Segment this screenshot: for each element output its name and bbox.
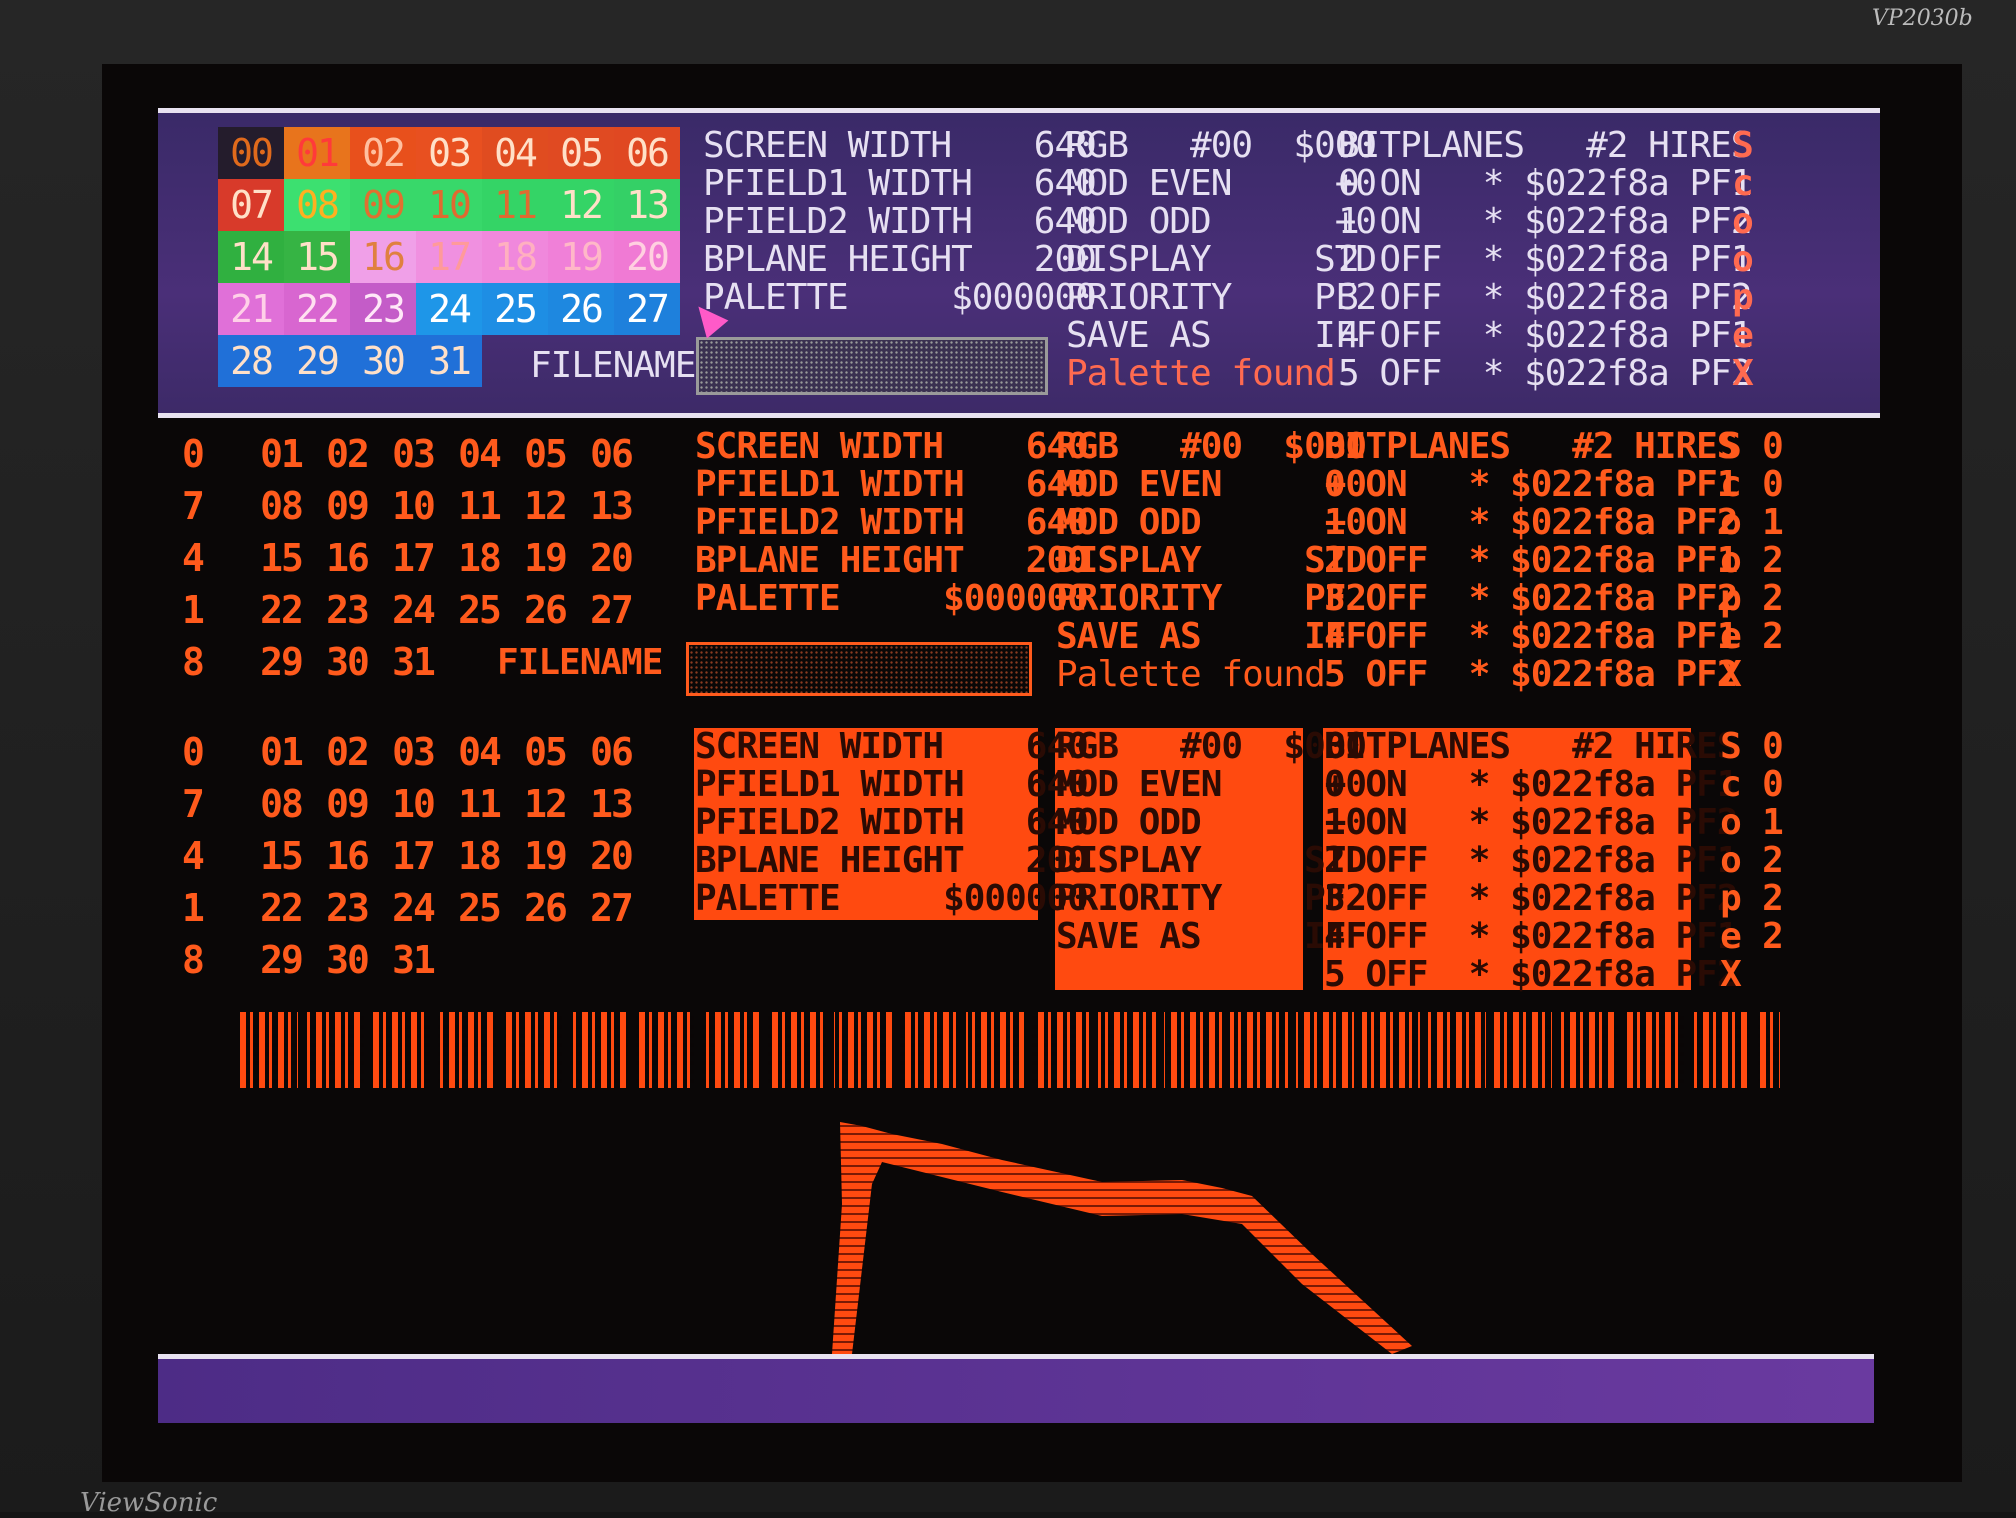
corrupted-graphics-shape	[832, 1122, 1412, 1354]
bottom-status-bar	[158, 1354, 1874, 1423]
monitor-model-label: VP2030b	[1872, 6, 1973, 31]
monitor-brand-label: ViewSonic	[80, 1488, 218, 1518]
amiga-screen: 00 01 02 03 04 05 06 07 08 09 10 11 12 13 14 15 16 17 18 19…	[102, 64, 1962, 1482]
